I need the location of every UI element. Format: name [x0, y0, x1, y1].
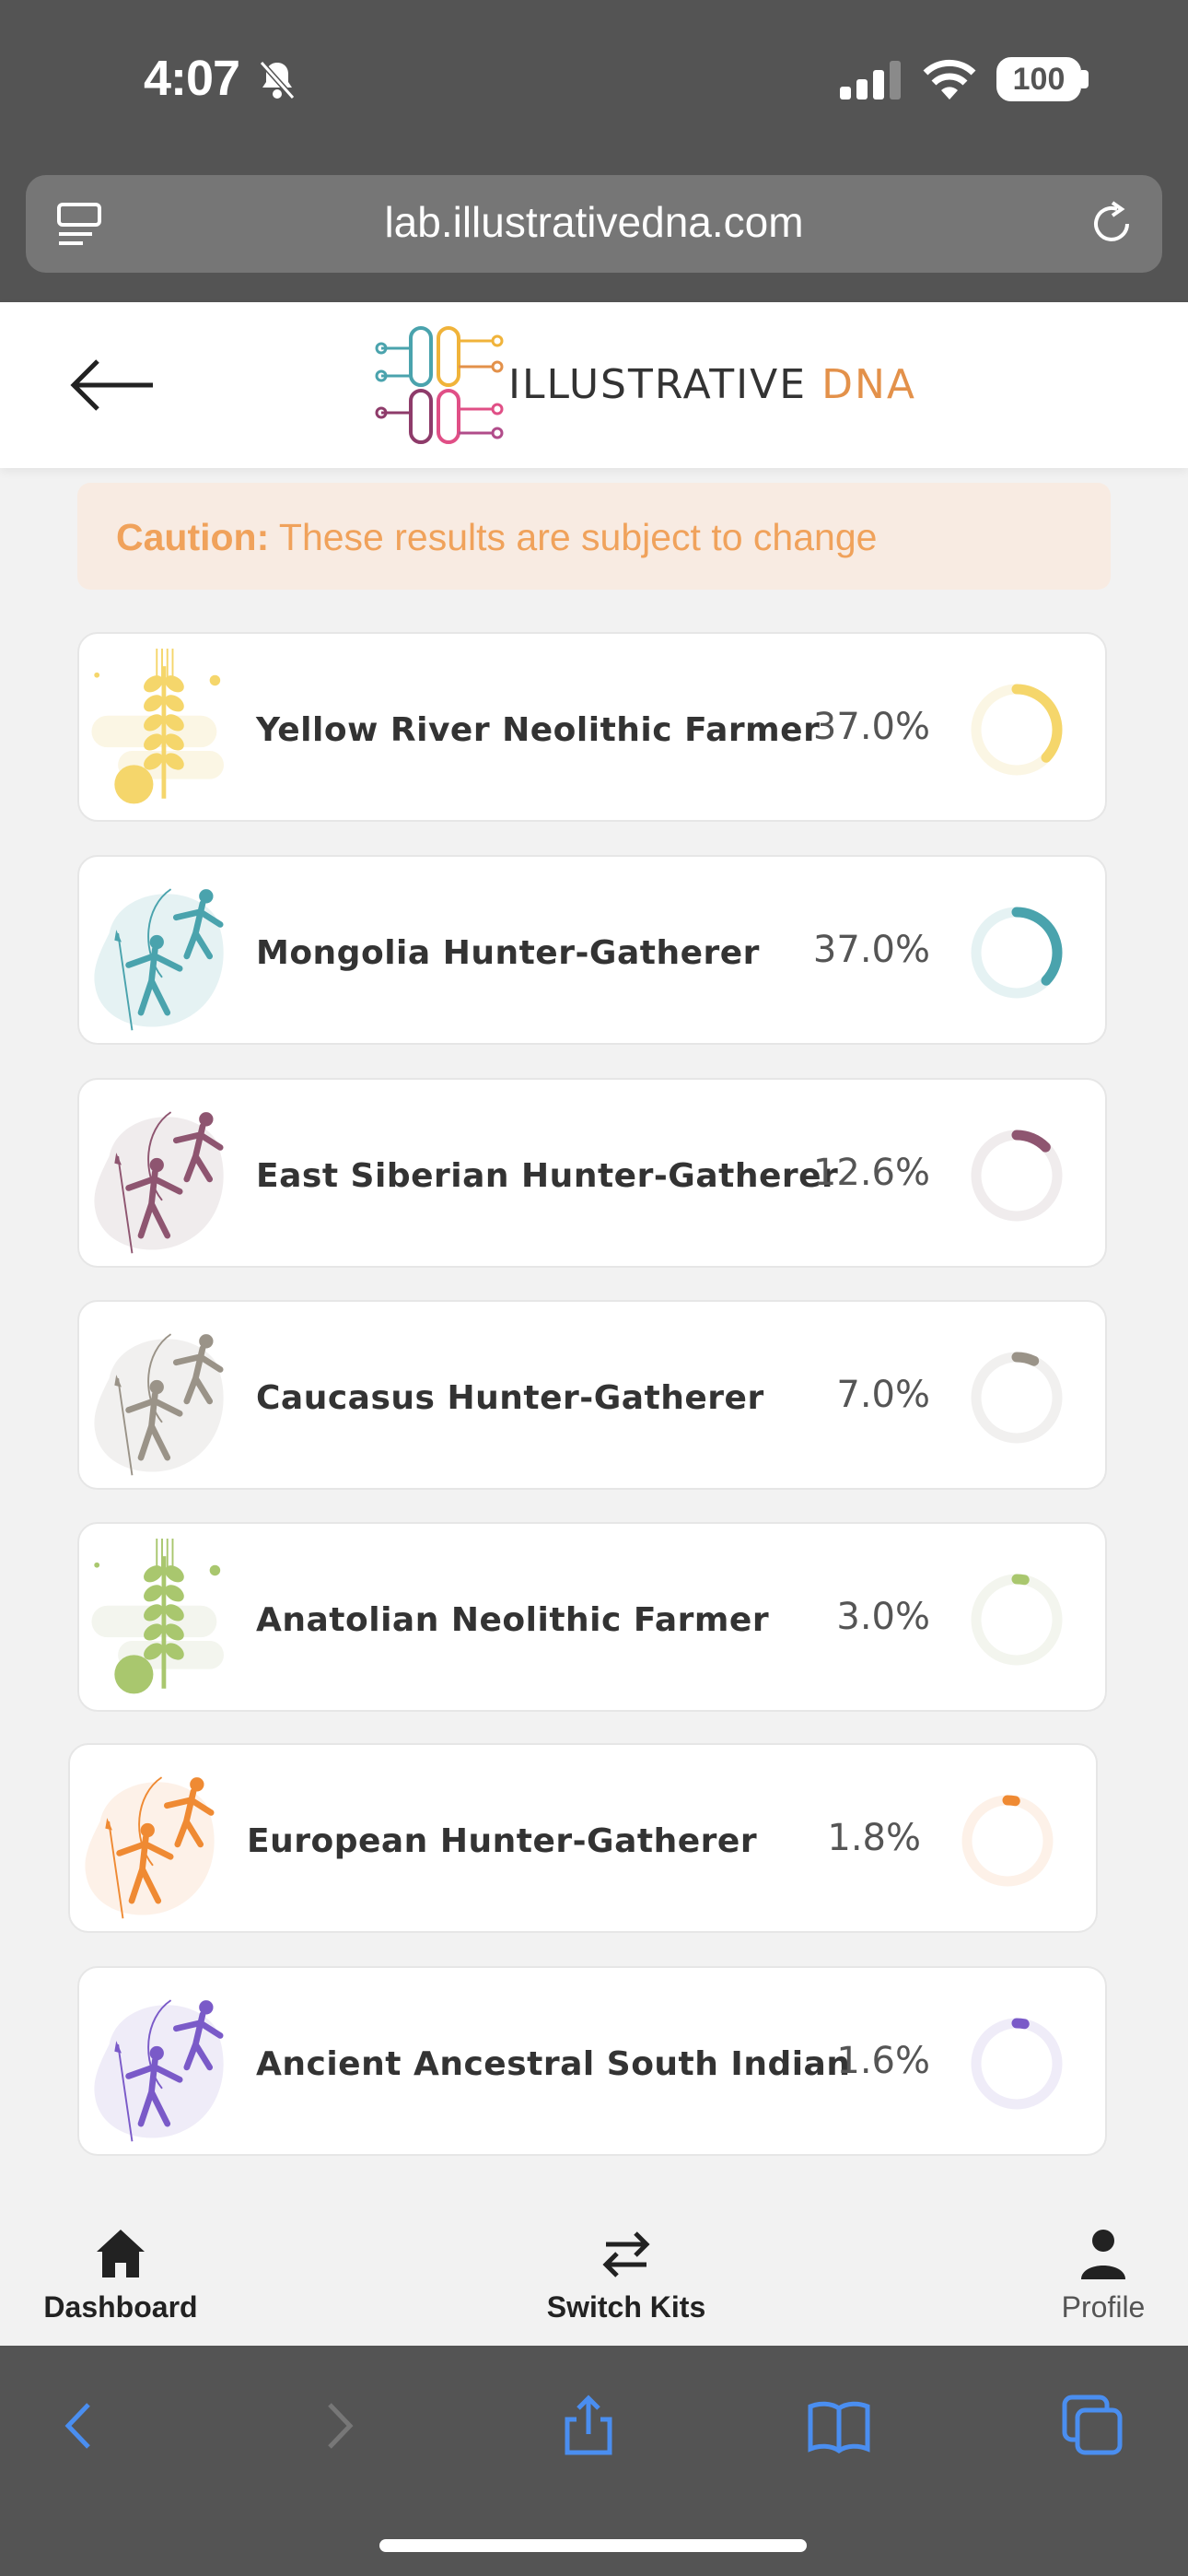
home-indicator [379, 2539, 807, 2552]
result-percent: 3.0% [836, 1596, 930, 1638]
url-bar[interactable]: lab.illustrativedna.com [26, 175, 1162, 273]
nav-dashboard-label: Dashboard [43, 2290, 198, 2324]
reload-icon[interactable] [1087, 199, 1136, 249]
logo-icon [375, 326, 504, 444]
result-card[interactable]: Caucasus Hunter-Gatherer 7.0% [77, 1300, 1107, 1490]
share-icon[interactable] [556, 2394, 621, 2458]
back-icon[interactable] [48, 2394, 112, 2458]
logo-accent: DNA [821, 361, 916, 408]
person-icon [1081, 2230, 1125, 2279]
logo-text: ILLUSTRATIVE DNA [508, 361, 916, 408]
back-arrow-icon[interactable] [70, 357, 157, 413]
result-name: Caucasus Hunter-Gatherer [256, 1379, 764, 1417]
result-card[interactable]: Anatolian Neolithic Farmer 3.0% [77, 1522, 1107, 1712]
percent-donut [971, 1352, 1063, 1444]
app-header: ILLUSTRATIVE DNA [0, 302, 1188, 468]
donut-track [971, 2018, 1063, 2110]
status-time: 4:07 [144, 51, 240, 106]
percent-donut [971, 1574, 1063, 1666]
archer-icon [94, 1333, 224, 1476]
bookmarks-icon[interactable] [807, 2394, 871, 2458]
result-percent: 1.8% [827, 1817, 921, 1859]
swap-icon [602, 2231, 650, 2277]
nav-switch-kits[interactable]: Switch Kits [534, 2226, 718, 2324]
browser-chrome: 4:07 100 lab.illustrativedna.com [0, 0, 1188, 302]
percent-donut [971, 2018, 1063, 2110]
wheat-icon [91, 1539, 224, 1694]
percent-donut [961, 1795, 1054, 1887]
caution-text: These results are subject to change [278, 516, 878, 558]
donut-track [971, 1352, 1063, 1444]
percent-donut [971, 907, 1063, 999]
result-name: Anatolian Neolithic Farmer [256, 1601, 770, 1639]
result-percent: 37.0% [812, 706, 930, 748]
home-icon [97, 2230, 145, 2277]
archer-icon [94, 1999, 224, 2142]
result-name: East Siberian Hunter-Gatherer [256, 1157, 839, 1195]
logo-main: ILLUSTRATIVE [508, 361, 808, 408]
bell-slash-icon [259, 60, 296, 100]
nav-switch-kits-label: Switch Kits [546, 2290, 706, 2324]
result-card[interactable]: Ancient Ancestral South Indian 1.6% [77, 1966, 1107, 2156]
signal-icon [840, 61, 901, 100]
result-name: Ancient Ancestral South Indian [256, 2045, 851, 2083]
donut-track [971, 1574, 1063, 1666]
result-percent: 37.0% [812, 929, 930, 971]
battery-tip [1081, 70, 1089, 88]
result-name: Yellow River Neolithic Farmer [256, 711, 821, 749]
archer-icon [85, 1776, 215, 1919]
result-card[interactable]: European Hunter-Gatherer 1.8% [68, 1743, 1098, 1933]
bottom-nav: Dashboard Switch Kits Profile [0, 2202, 1188, 2346]
tabs-icon[interactable] [1061, 2394, 1125, 2458]
percent-donut [971, 684, 1063, 776]
wheat-icon [91, 649, 224, 804]
wifi-icon [923, 59, 976, 100]
archer-icon [94, 888, 224, 1031]
percent-donut [971, 1130, 1063, 1222]
result-card[interactable]: East Siberian Hunter-Gatherer 12.6% [77, 1078, 1107, 1268]
forward-icon[interactable] [306, 2394, 370, 2458]
caution-banner: Caution: These results are subject to ch… [77, 483, 1111, 590]
nav-dashboard[interactable]: Dashboard [35, 2226, 206, 2324]
result-card[interactable]: Mongolia Hunter-Gatherer 37.0% [77, 855, 1107, 1045]
caution-label: Caution: [116, 516, 270, 558]
result-name: Mongolia Hunter-Gatherer [256, 934, 760, 972]
nav-profile[interactable]: Profile [1046, 2226, 1160, 2324]
result-percent: 1.6% [836, 2040, 930, 2082]
result-percent: 7.0% [836, 1374, 930, 1416]
nav-profile-label: Profile [1061, 2290, 1146, 2324]
result-percent: 12.6% [812, 1152, 930, 1194]
result-card[interactable]: Yellow River Neolithic Farmer 37.0% [77, 632, 1107, 822]
result-name: European Hunter-Gatherer [247, 1822, 758, 1860]
donut-track [961, 1795, 1054, 1887]
battery-indicator: 100 [996, 57, 1081, 101]
url-text[interactable]: lab.illustrativedna.com [26, 197, 1162, 247]
archer-icon [94, 1111, 224, 1254]
